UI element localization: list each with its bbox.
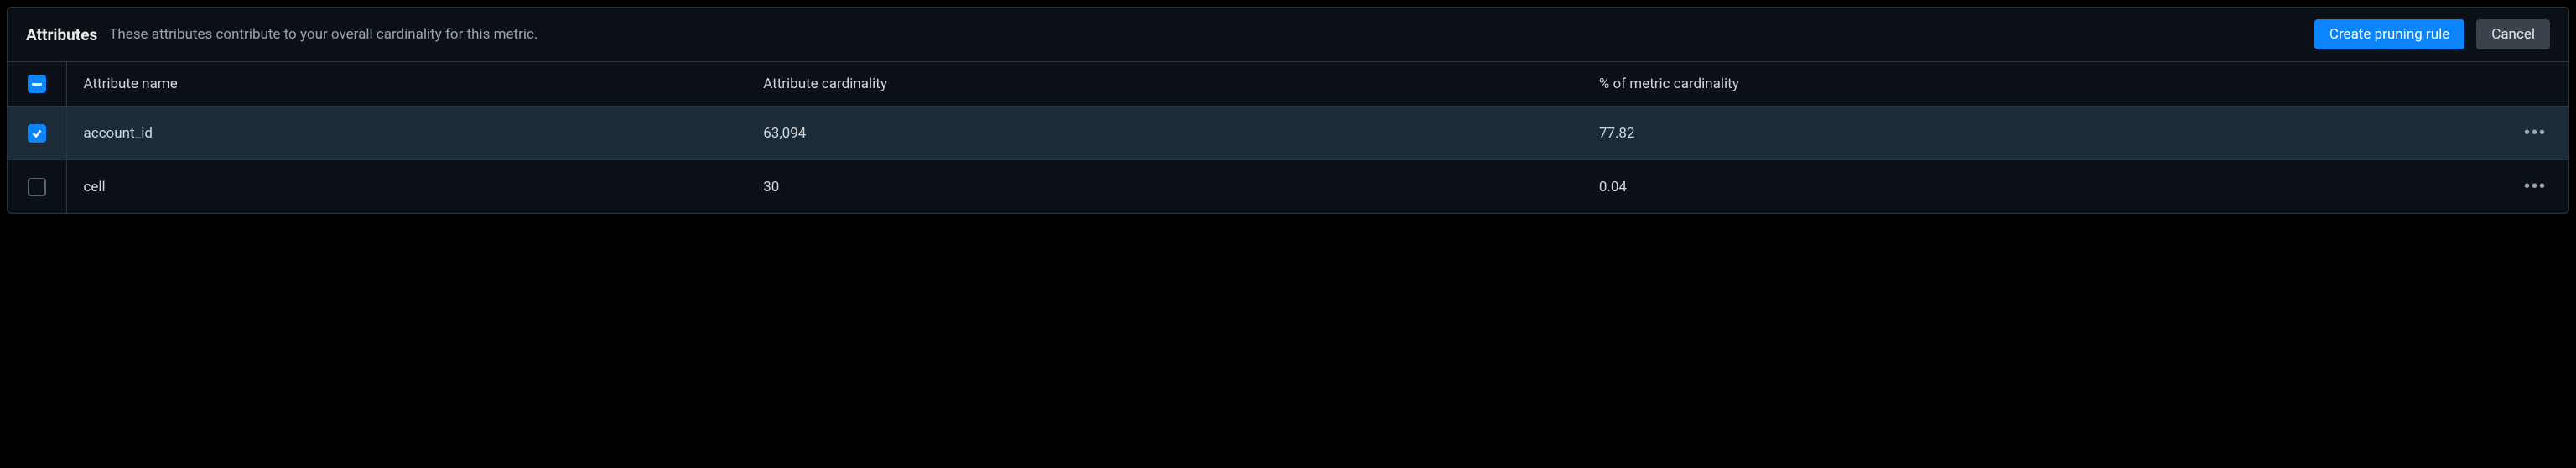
more-icon: ••• (2524, 177, 2547, 195)
row-actions-button[interactable]: ••• (2521, 120, 2550, 146)
cell-percent: 77.82 (1582, 107, 2504, 160)
cell-attribute-cardinality: 30 (746, 160, 1582, 214)
table-header-row: Attribute name Attribute cardinality % o… (8, 62, 2568, 107)
attributes-panel: Attributes These attributes contribute t… (7, 7, 2569, 214)
check-icon (31, 127, 43, 139)
panel-header: Attributes These attributes contribute t… (8, 8, 2568, 61)
panel-subtitle: These attributes contribute to your over… (109, 26, 2303, 43)
cancel-button[interactable]: Cancel (2476, 19, 2550, 49)
panel-title: Attributes (26, 25, 97, 44)
row-actions-button[interactable]: ••• (2521, 174, 2550, 200)
more-icon: ••• (2524, 123, 2547, 142)
row-checkbox[interactable] (28, 178, 46, 196)
select-all-checkbox[interactable] (28, 75, 46, 93)
row-checkbox[interactable] (28, 124, 46, 143)
attributes-table: Attribute name Attribute cardinality % o… (8, 61, 2568, 213)
create-pruning-rule-button[interactable]: Create pruning rule (2314, 19, 2464, 49)
col-header-name[interactable]: Attribute name (66, 62, 746, 107)
col-header-percent[interactable]: % of metric cardinality (1582, 62, 2504, 107)
cell-attribute-name: cell (66, 160, 746, 214)
cell-attribute-cardinality: 63,094 (746, 107, 1582, 160)
cell-percent: 0.04 (1582, 160, 2504, 214)
cell-attribute-name: account_id (66, 107, 746, 160)
table-row[interactable]: cell 30 0.04 ••• (8, 160, 2568, 214)
table-row[interactable]: account_id 63,094 77.82 ••• (8, 107, 2568, 160)
col-header-cardinality[interactable]: Attribute cardinality (746, 62, 1582, 107)
